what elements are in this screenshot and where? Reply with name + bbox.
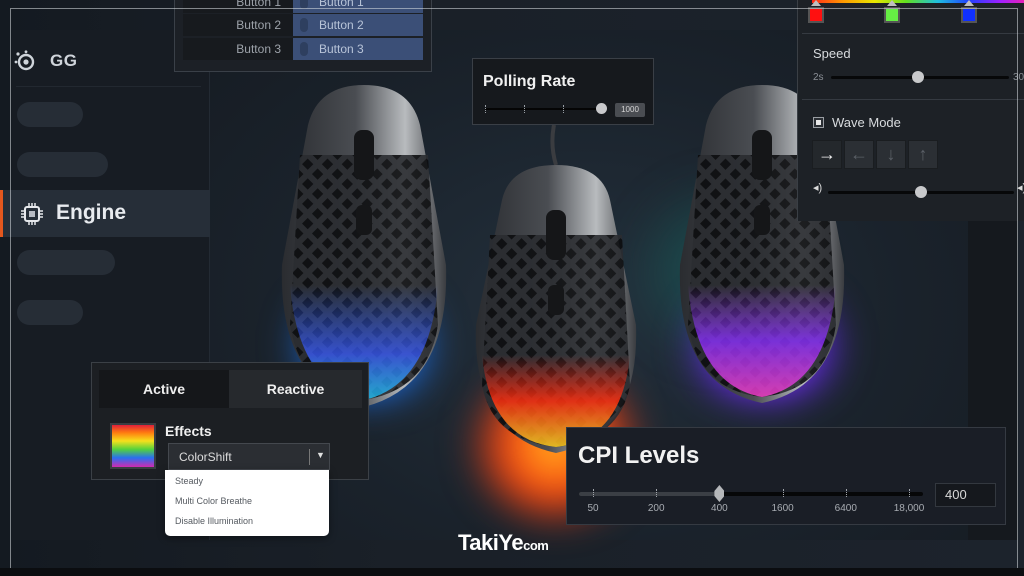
dropdown-option-disable-illumination[interactable]: Disable Illumination bbox=[175, 516, 253, 526]
wave-direction-down-button[interactable]: ↓ bbox=[876, 140, 906, 169]
stop-marker[interactable] bbox=[964, 0, 974, 6]
sidebar-item-placeholder[interactable] bbox=[17, 300, 83, 325]
speed-label: Speed bbox=[813, 46, 851, 61]
stop-marker[interactable] bbox=[811, 0, 821, 6]
button-mapping-row[interactable]: Button 2 Button 2 bbox=[183, 14, 423, 36]
sidebar-item-engine[interactable]: Engine bbox=[0, 190, 210, 237]
chevron-down-icon[interactable]: ▼ bbox=[316, 450, 325, 460]
wave-mode-checkbox[interactable] bbox=[813, 117, 824, 128]
divider bbox=[802, 33, 1024, 34]
color-settings-panel: Speed 2s 30 Wave Mode → ← ↓ ↑ ◂) ◂) bbox=[797, 0, 1024, 221]
tab-reactive[interactable]: Reactive bbox=[229, 370, 362, 408]
cpi-level-label[interactable]: 50 bbox=[587, 503, 598, 514]
bottom-bar bbox=[0, 568, 1024, 576]
cpi-slider-thumb[interactable] bbox=[714, 485, 725, 502]
arrow-left-icon: ← bbox=[850, 144, 868, 164]
select-divider bbox=[309, 449, 310, 465]
physical-button-label: Button 2 bbox=[183, 14, 293, 36]
color-stop-green[interactable] bbox=[884, 7, 900, 23]
assigned-action-label: Button 2 bbox=[319, 18, 364, 32]
cpi-value-input[interactable]: 400 bbox=[935, 483, 996, 507]
effects-label: Effects bbox=[165, 423, 212, 439]
polling-rate-title: Polling Rate bbox=[483, 73, 576, 90]
lighting-panel: Active Reactive Effects ColorShift ▼ bbox=[91, 362, 369, 480]
color-spectrum-bar[interactable] bbox=[812, 0, 1024, 3]
slider-tick bbox=[563, 105, 564, 113]
wave-direction-right-button[interactable]: → bbox=[812, 140, 842, 169]
button-mapping-panel: Button 1 Button 1 Button 2 Button 2 Butt… bbox=[174, 0, 432, 72]
polling-rate-thumb[interactable] bbox=[595, 103, 607, 114]
mouse-image-center bbox=[475, 125, 637, 453]
cpi-slider-fill bbox=[579, 492, 720, 496]
cpi-tick bbox=[656, 489, 658, 497]
effects-select-value: ColorShift bbox=[179, 450, 232, 464]
wave-direction-left-button[interactable]: ← bbox=[844, 140, 874, 169]
chip-icon bbox=[21, 203, 43, 225]
dropdown-option-steady[interactable]: Steady bbox=[175, 476, 203, 486]
arrow-right-icon: → bbox=[818, 144, 836, 164]
cpi-tick bbox=[845, 489, 847, 497]
watermark-suffix: com bbox=[523, 538, 549, 553]
sidebar-item-placeholder[interactable] bbox=[17, 152, 108, 177]
color-stop-red[interactable] bbox=[808, 7, 824, 23]
speed-slider-thumb[interactable] bbox=[912, 71, 925, 83]
cpi-tick bbox=[782, 489, 784, 497]
cpi-tick bbox=[593, 489, 594, 497]
physical-button-label: Button 3 bbox=[183, 38, 293, 60]
assigned-action[interactable]: Button 3 bbox=[293, 38, 423, 60]
polling-rate-slider[interactable] bbox=[485, 105, 601, 113]
assigned-action-label: Button 1 bbox=[319, 0, 364, 9]
effect-preview-swatch[interactable] bbox=[110, 423, 156, 469]
wave-speed-low-icon: ◂) bbox=[813, 182, 823, 194]
assigned-action[interactable]: Button 2 bbox=[293, 14, 423, 36]
mouse-icon bbox=[300, 0, 308, 9]
cpi-level-label[interactable]: 6400 bbox=[835, 503, 857, 514]
physical-button-label: Button 1 bbox=[183, 0, 293, 13]
speed-min-label: 2s bbox=[813, 72, 824, 83]
brand-label: GG bbox=[50, 51, 78, 70]
assigned-action-label: Button 3 bbox=[319, 42, 364, 56]
cpi-slider[interactable] bbox=[579, 489, 923, 497]
polling-rate-value[interactable]: 1000 bbox=[615, 103, 645, 117]
wave-direction-up-button[interactable]: ↑ bbox=[908, 140, 938, 169]
cpi-level-label[interactable]: 18,000 bbox=[894, 503, 925, 514]
effects-select[interactable]: ColorShift ▼ bbox=[168, 443, 330, 470]
arrow-up-icon: ↑ bbox=[918, 144, 928, 164]
wave-slider-thumb[interactable] bbox=[915, 186, 927, 198]
speed-max-label: 30 bbox=[1013, 72, 1024, 83]
slider-tick bbox=[485, 105, 486, 113]
assigned-action[interactable]: Button 1 bbox=[293, 0, 423, 13]
sidebar-item-label: Engine bbox=[56, 201, 127, 224]
cpi-tick bbox=[909, 489, 910, 497]
mouse-icon bbox=[300, 42, 308, 56]
color-stop-blue[interactable] bbox=[961, 7, 977, 23]
cpi-levels-title: CPI Levels bbox=[578, 442, 700, 469]
steelseries-logo-icon bbox=[14, 50, 35, 71]
cpi-levels-panel: CPI Levels 50 200 400 1600 6400 18,000 400 bbox=[566, 427, 1006, 525]
watermark-main: TakiYe bbox=[458, 530, 524, 555]
stop-marker[interactable] bbox=[887, 0, 897, 6]
sidebar-item-placeholder[interactable] bbox=[17, 102, 83, 127]
wave-speed-high-icon: ◂) bbox=[1017, 182, 1024, 194]
button-mapping-row[interactable]: Button 1 Button 1 bbox=[183, 0, 423, 13]
tab-active[interactable]: Active bbox=[99, 370, 229, 408]
button-mapping-row[interactable]: Button 3 Button 3 bbox=[183, 38, 423, 60]
sidebar-divider bbox=[16, 86, 201, 87]
dropdown-option-multi-color-breathe[interactable]: Multi Color Breathe bbox=[175, 496, 252, 506]
brand[interactable]: GG bbox=[14, 50, 77, 72]
cpi-level-label[interactable]: 200 bbox=[648, 503, 665, 514]
arrow-down-icon: ↓ bbox=[886, 144, 896, 164]
mouse-icon bbox=[300, 18, 308, 32]
cpi-level-label[interactable]: 1600 bbox=[771, 503, 793, 514]
active-indicator bbox=[0, 190, 3, 237]
polling-rate-panel: Polling Rate 1000 bbox=[472, 58, 654, 125]
watermark: TakiYecom bbox=[458, 530, 549, 556]
slider-tick bbox=[524, 105, 525, 113]
cpi-level-label[interactable]: 400 bbox=[711, 503, 728, 514]
effects-dropdown-menu: Steady Multi Color Breathe Disable Illum… bbox=[165, 470, 329, 536]
wave-mode-label: Wave Mode bbox=[832, 115, 901, 130]
divider bbox=[802, 99, 1024, 100]
sidebar-item-placeholder[interactable] bbox=[17, 250, 115, 275]
